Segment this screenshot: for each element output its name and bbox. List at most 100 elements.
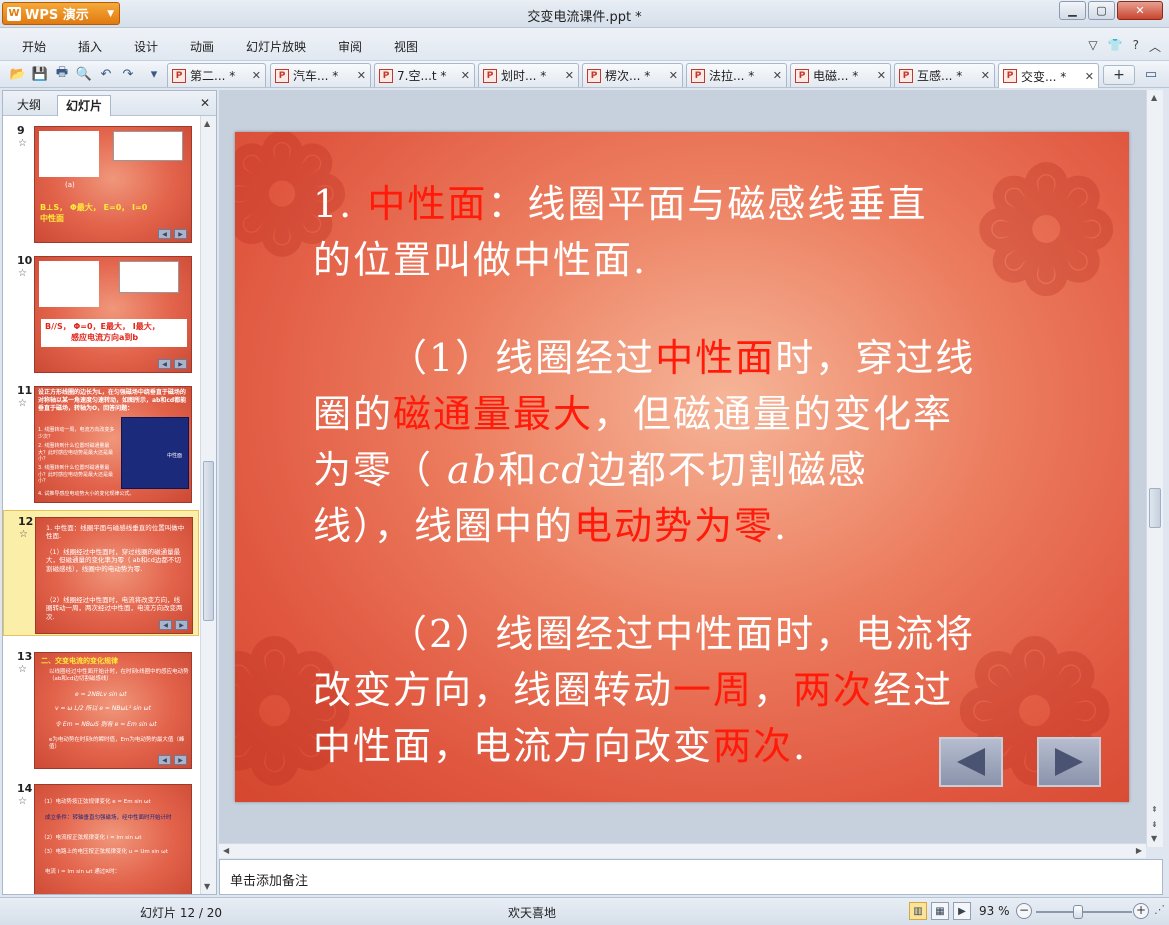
resize-grip-icon[interactable]: ⋰ — [1154, 903, 1165, 916]
menu-slideshow[interactable]: 幻灯片放映 — [246, 38, 306, 55]
undo-icon[interactable]: ↶ — [98, 66, 114, 82]
zoom-in-button[interactable]: + — [1133, 903, 1149, 919]
scroll-up-icon[interactable]: ▲ — [204, 119, 210, 128]
print-icon[interactable]: 🖶 — [54, 65, 70, 82]
animation-star-icon: ☆ — [18, 268, 27, 279]
redo-icon[interactable]: ↷ — [120, 66, 136, 82]
close-icon[interactable]: ✕ — [357, 69, 366, 82]
doc-tab[interactable]: P 第二... * ✕ — [167, 63, 266, 87]
chevron-down-icon: ▼ — [107, 8, 114, 19]
ppt-file-icon: P — [275, 68, 289, 83]
slide-thumbnail-13[interactable]: 13 ☆ 二、交变电流的变化规律 以线圈经过中性面开始计时，在时刻t线圈中的感应… — [3, 646, 199, 772]
doc-tab[interactable]: P 楞次... * ✕ — [582, 63, 683, 87]
menu-bar: 开始 插入 设计 动画 幻灯片放映 审阅 视图 ▽ 👕 ? ︿ — [0, 28, 1169, 61]
menu-insert[interactable]: 插入 — [78, 38, 102, 55]
figure — [39, 131, 99, 177]
menu-design[interactable]: 设计 — [134, 38, 158, 55]
editor-vertical-scrollbar[interactable]: ▲ ⇞ ⇟ ▼ — [1146, 90, 1163, 847]
maximize-button[interactable]: ▢ — [1088, 1, 1115, 20]
doc-tab[interactable]: P 划时... * ✕ — [478, 63, 579, 87]
slideshow-icon[interactable]: ▶ — [953, 902, 971, 920]
scroll-down-icon[interactable]: ▼ — [1151, 834, 1157, 843]
ppt-file-icon: P — [795, 68, 809, 83]
new-tab-button[interactable]: + — [1103, 65, 1135, 85]
menu-animation[interactable]: 动画 — [190, 38, 214, 55]
app-name: WPS 演示 — [25, 8, 89, 23]
slide-thumbnail-9[interactable]: 9 ☆ (a) B⊥S， Φ最大， E=0， I=0 中性面 ◀ ▶ — [3, 120, 199, 246]
help-icon[interactable]: ? — [1133, 38, 1139, 55]
ppt-file-icon: P — [483, 68, 497, 83]
tab-list-icon[interactable]: ▭ — [1143, 66, 1159, 82]
print-preview-icon[interactable]: 🔍 — [76, 66, 92, 82]
slide-next-button[interactable] — [1037, 737, 1101, 787]
menu-review[interactable]: 审阅 — [338, 38, 362, 55]
scrollbar-thumb[interactable] — [1149, 488, 1161, 528]
thumbnail-scrollbar[interactable]: ▲ ▼ — [200, 116, 216, 894]
scrollbar-thumb[interactable] — [203, 461, 214, 621]
animation-star-icon: ☆ — [18, 398, 27, 409]
zoom-slider-thumb[interactable] — [1073, 905, 1083, 919]
doc-tab[interactable]: P 法拉... * ✕ — [686, 63, 787, 87]
close-icon[interactable]: ✕ — [200, 96, 210, 110]
slide-thumbnail-11[interactable]: 11 ☆ 设正方形线圈的边长为L，在匀强磁场中绕垂直于磁场的对称轴以某一角速度匀… — [3, 380, 199, 506]
slide-thumbnail-10[interactable]: 10 ☆ B//S， Φ=0，E最大， I最大， 感应电流方向a到b ◀ ▶ — [3, 250, 199, 376]
close-icon[interactable]: ✕ — [773, 69, 782, 82]
scroll-up-icon[interactable]: ▲ — [1151, 93, 1157, 102]
customize-toolbar-icon[interactable]: ▾ — [146, 66, 162, 82]
scroll-down-icon[interactable]: ▼ — [204, 882, 210, 891]
scroll-right-icon[interactable]: ▶ — [1136, 846, 1142, 855]
animation-star-icon: ☆ — [19, 529, 28, 540]
skin-icon[interactable]: 👕 — [1108, 38, 1123, 55]
close-icon[interactable]: ✕ — [565, 69, 574, 82]
editor-horizontal-scrollbar[interactable]: ◀ ▶ — [219, 843, 1146, 858]
wps-app-menu-button[interactable]: W WPS 演示 ▼ — [2, 2, 120, 25]
slide-heading[interactable]: 1. 中性面：线圈平面与磁感线垂直 的位置叫做中性面. — [313, 176, 1043, 288]
ppt-file-icon: P — [1003, 69, 1017, 83]
close-icon[interactable]: ✕ — [669, 69, 678, 82]
current-slide[interactable]: ❁ ❁ ❁ ❁ 1. 中性面：线圈平面与磁感线垂直 的位置叫做中性面. （1）线… — [235, 132, 1129, 802]
slide-thumbnail-14[interactable]: 14 ☆ （1）电动势按正弦规律变化 e = Em sin ωt 成立条件：转轴… — [3, 778, 199, 894]
slide-paragraph-1[interactable]: （1）线圈经过中性面时，穿过线 圈的磁通量最大，但磁通量的变化率 为零（ ab和… — [313, 330, 1043, 554]
close-button[interactable]: ✕ — [1117, 1, 1163, 20]
zoom-level: 93 % — [979, 904, 1010, 918]
menu-view[interactable]: 视图 — [394, 38, 418, 55]
chevron-down-icon[interactable]: ▽ — [1088, 38, 1097, 55]
doc-tab[interactable]: P 7.空...t * ✕ — [374, 63, 475, 87]
zoom-out-button[interactable]: − — [1016, 903, 1032, 919]
menu-home[interactable]: 开始 — [22, 38, 46, 55]
ppt-file-icon: P — [379, 68, 393, 83]
slide-sorter-icon[interactable]: ▦ — [931, 902, 949, 920]
slide-thumbnail-panel: 大纲 幻灯片 ✕ 9 ☆ (a) B⊥S， Φ最大， E=0， I=0 中性面 … — [2, 90, 217, 895]
tab-slides[interactable]: 幻灯片 — [57, 95, 112, 116]
doc-tab-active[interactable]: P 交变... * ✕ — [998, 63, 1099, 88]
scroll-left-icon[interactable]: ◀ — [223, 846, 229, 855]
slide-counter: 幻灯片 12 / 20 — [140, 906, 223, 920]
slide-thumbnail-12[interactable]: 12 ☆ 1. 中性面：线圈平面与磁感线垂直的位置叫做中性面. （1）线圈经过中… — [3, 510, 199, 636]
normal-view-icon[interactable]: ▥ — [909, 902, 927, 920]
slide-paragraph-2[interactable]: （2）线圈经过中性面时，电流将 改变方向，线圈转动一周，两次经过 中性面，电流方… — [313, 606, 1043, 774]
notes-pane[interactable]: 单击添加备注 — [219, 859, 1163, 895]
animation-star-icon: ☆ — [18, 664, 27, 675]
zoom-slider-track[interactable] — [1036, 911, 1132, 913]
slide-prev-button[interactable] — [939, 737, 1003, 787]
open-icon[interactable]: 📂 — [10, 66, 26, 82]
prev-icon: ◀ — [158, 359, 171, 369]
document-tab-bar: 📂 💾 🖶 🔍 ↶ ↷ ▾ P 第二... * ✕ P 汽车... * ✕ P 7.空..… — [0, 61, 1169, 88]
next-slide-icon[interactable]: ⇟ — [1151, 820, 1158, 829]
minimize-button[interactable]: ▁ — [1059, 1, 1086, 20]
next-icon: ▶ — [175, 620, 188, 630]
close-icon[interactable]: ✕ — [1085, 70, 1094, 83]
close-icon[interactable]: ✕ — [877, 69, 886, 82]
prev-slide-icon[interactable]: ⇞ — [1151, 805, 1158, 814]
doc-tab[interactable]: P 汽车... * ✕ — [270, 63, 371, 87]
doc-tab[interactable]: P 互感... * ✕ — [894, 63, 995, 87]
figure — [119, 261, 179, 293]
collapse-ribbon-icon[interactable]: ︿ — [1149, 38, 1161, 55]
close-icon[interactable]: ✕ — [252, 69, 261, 82]
tab-outline[interactable]: 大纲 — [9, 95, 49, 116]
close-icon[interactable]: ✕ — [981, 69, 990, 82]
animation-star-icon: ☆ — [18, 796, 27, 807]
close-icon[interactable]: ✕ — [461, 69, 470, 82]
save-icon[interactable]: 💾 — [32, 66, 48, 82]
doc-tab[interactable]: P 电磁... * ✕ — [790, 63, 891, 87]
